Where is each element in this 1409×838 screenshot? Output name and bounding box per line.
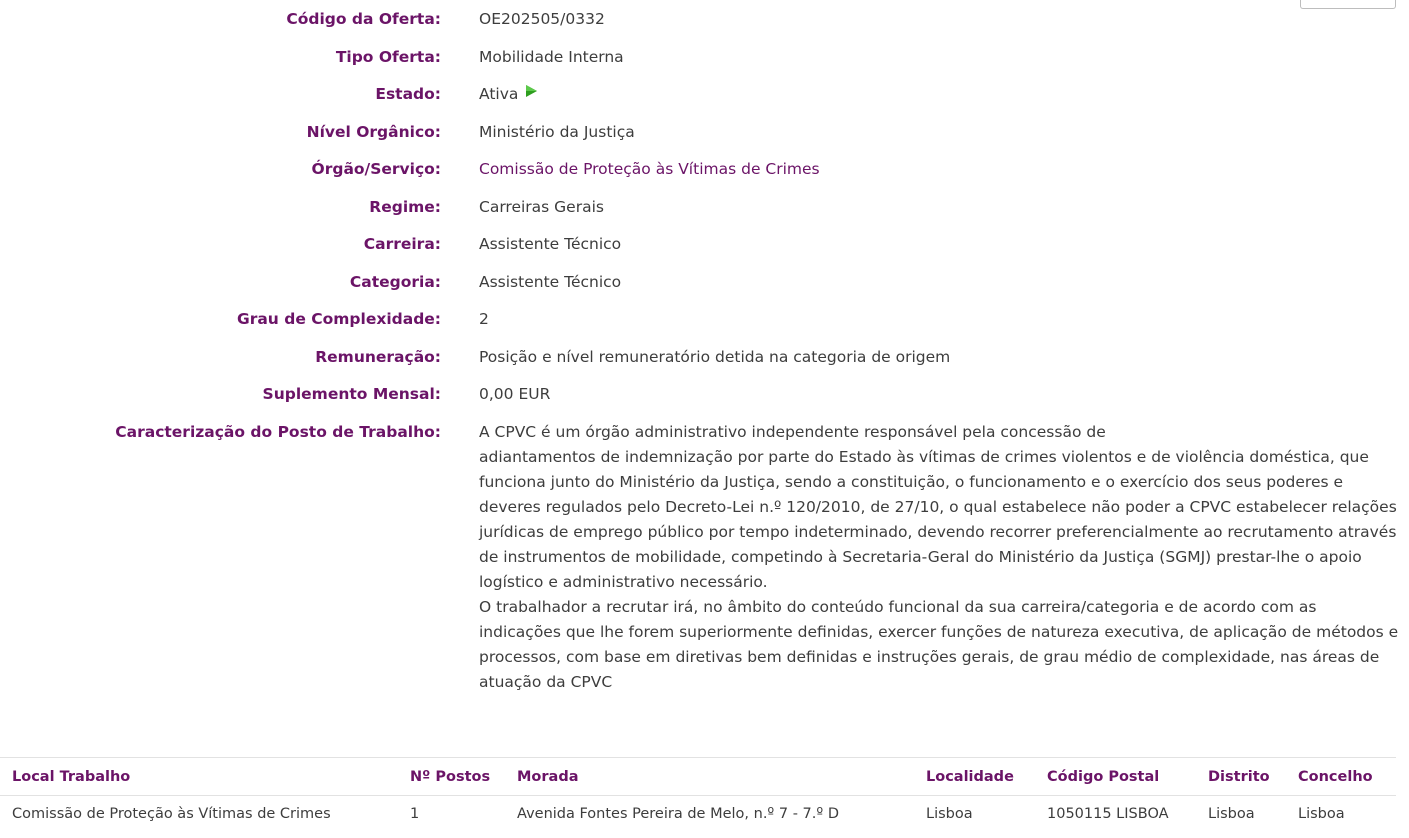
- header-num-postos: Nº Postos: [398, 758, 505, 796]
- detail-row-codigo: Código da Oferta: OE202505/0332: [0, 7, 1409, 45]
- label-nivel: Nível Orgânico:: [306, 122, 441, 141]
- value-suplemento: 0,00 EUR: [479, 385, 551, 403]
- value-categoria: Assistente Técnico: [479, 272, 622, 291]
- label-orgao: Órgão/Serviço:: [311, 160, 441, 178]
- label-remuneracao: Remuneração:: [315, 347, 441, 366]
- header-distrito: Distrito: [1196, 758, 1286, 796]
- table-header-row: Local Trabalho Nº Postos Morada Localida…: [0, 758, 1396, 796]
- label-regime: Regime:: [369, 197, 441, 216]
- header-morada: Morada: [505, 758, 914, 796]
- detail-row-orgao: Órgão/Serviço: Comissão de Proteção às V…: [0, 157, 1409, 195]
- value-estado: Ativa: [479, 85, 519, 103]
- detail-row-grau: Grau de Complexidade: 2: [0, 307, 1409, 345]
- orgao-link[interactable]: Comissão de Proteção às Vítimas de Crime…: [479, 157, 1399, 182]
- header-local-trabalho: Local Trabalho: [0, 758, 398, 796]
- detail-row-regime: Regime: Carreiras Gerais: [0, 195, 1409, 233]
- cell-morada: Avenida Fontes Pereira de Melo, n.º 7 - …: [517, 806, 839, 822]
- detail-row-categoria: Categoria: Assistente Técnico: [0, 270, 1409, 308]
- detail-row-nivel: Nível Orgânico: Ministério da Justiça: [0, 120, 1409, 158]
- label-categoria: Categoria:: [349, 272, 441, 291]
- value-carreira: Assistente Técnico: [479, 235, 622, 253]
- value-remuneracao: Posição e nível remuneratório detida na …: [479, 347, 951, 366]
- detail-row-remuneracao: Remuneração: Posição e nível remuneratór…: [0, 345, 1409, 383]
- header-concelho: Concelho: [1286, 758, 1396, 796]
- label-suplemento: Suplemento Mensal:: [262, 385, 441, 403]
- header-codigo-postal: Código Postal: [1035, 758, 1196, 796]
- cell-codigo-postal: 1050115 LISBOA: [1047, 806, 1169, 822]
- cell-localidade: Lisboa: [926, 806, 973, 822]
- cell-local-trabalho: Comissão de Proteção às Vítimas de Crime…: [12, 806, 331, 822]
- label-tipo: Tipo Oferta:: [335, 47, 441, 66]
- label-estado: Estado:: [375, 85, 441, 103]
- cell-concelho: Lisboa: [1298, 806, 1345, 822]
- label-codigo: Código da Oferta:: [286, 10, 441, 28]
- label-grau: Grau de Complexidade:: [236, 310, 441, 328]
- value-grau: 2: [479, 310, 489, 328]
- cell-distrito: Lisboa: [1208, 806, 1255, 822]
- value-nivel: Ministério da Justiça: [479, 122, 635, 141]
- offer-details: Código da Oferta: OE202505/0332 Tipo Ofe…: [0, 7, 1409, 695]
- workplace-table: Local Trabalho Nº Postos Morada Localida…: [0, 758, 1396, 832]
- detail-row-suplemento: Suplemento Mensal: 0,00 EUR: [0, 382, 1409, 420]
- workplace-table-wrap: Local Trabalho Nº Postos Morada Localida…: [0, 757, 1396, 832]
- label-caracterizacao: Caracterização do Posto de Trabalho:: [115, 422, 441, 441]
- play-icon: [524, 81, 538, 106]
- value-codigo: OE202505/0332: [479, 10, 605, 28]
- value-caracterizacao: A CPVC é um órgão administrativo indepen…: [479, 422, 1399, 691]
- header-localidade: Localidade: [914, 758, 1035, 796]
- detail-row-tipo: Tipo Oferta: Mobilidade Interna: [0, 45, 1409, 83]
- table-row: Comissão de Proteção às Vítimas de Crime…: [0, 796, 1396, 833]
- label-carreira: Carreira:: [363, 235, 441, 253]
- value-estado-wrap: Ativa: [479, 82, 1399, 107]
- value-tipo: Mobilidade Interna: [479, 47, 624, 66]
- detail-row-caracterizacao: Caracterização do Posto de Trabalho: A C…: [0, 420, 1409, 695]
- detail-row-estado: Estado: Ativa: [0, 82, 1409, 120]
- cell-num-postos: 1: [410, 806, 420, 822]
- detail-row-carreira: Carreira: Assistente Técnico: [0, 232, 1409, 270]
- value-regime: Carreiras Gerais: [479, 197, 604, 216]
